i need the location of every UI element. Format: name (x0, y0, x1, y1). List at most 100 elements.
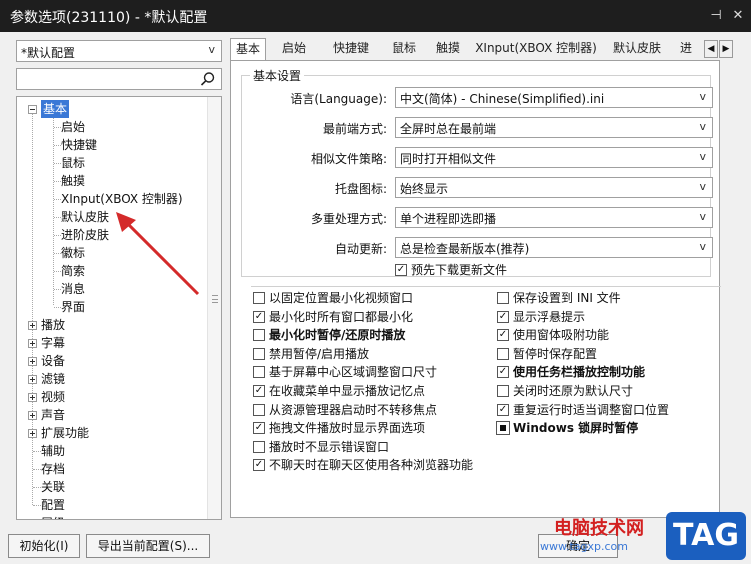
tab-1[interactable]: 启始 (272, 38, 316, 60)
tree-guide-line (33, 469, 41, 470)
tree-item[interactable]: 层级 (41, 514, 65, 519)
tree-item[interactable]: XInput(XBOX 控制器) (61, 190, 183, 208)
tree-item[interactable]: 声音 (41, 406, 65, 424)
option-label: 拖拽文件播放时显示界面选项 (269, 421, 426, 436)
search-input[interactable] (19, 71, 197, 87)
tree-item[interactable]: 消息 (61, 280, 85, 298)
tab-2[interactable]: 快捷键 (322, 38, 380, 60)
checkbox-box (253, 347, 265, 360)
watermark-tag-logo: TAG (666, 512, 746, 560)
profile-value: *默认配置 (21, 46, 76, 60)
chevron-down-icon: v (699, 90, 706, 103)
checkbox-box: ✓ (253, 310, 265, 323)
setting-dropdown[interactable]: 中文(简体) - Chinese(Simplified).ini v (395, 87, 713, 108)
tab-5[interactable]: XInput(XBOX 控制器) (474, 38, 598, 60)
tree-item[interactable]: 配置 (41, 496, 65, 514)
tree-item[interactable]: 扩展功能 (41, 424, 89, 442)
tree-item[interactable]: 辅助 (41, 442, 65, 460)
init-button[interactable]: 初始化(I) (8, 534, 80, 558)
expand-icon[interactable] (28, 339, 37, 348)
tree-guide-line (33, 505, 41, 506)
tab-7[interactable]: 进 (676, 38, 696, 60)
chevron-down-icon: v (699, 180, 706, 193)
watermark: 电脑技术网 www.tagxp.com TAG (536, 510, 751, 564)
tab-strip: 基本 启始 快捷键 鼠标 触摸 XInput(XBOX 控制器) 默认皮肤进 (230, 38, 718, 62)
export-config-button[interactable]: 导出当前配置(S)... (86, 534, 210, 558)
chevron-down-icon: v (699, 210, 706, 223)
close-icon[interactable]: ✕ (728, 6, 748, 26)
tree-item[interactable]: 快捷键 (61, 136, 97, 154)
tree-guide-line (33, 487, 41, 488)
setting-dropdown[interactable]: 始终显示 v (395, 177, 713, 198)
tab-scroll-right-icon[interactable]: ▶ (719, 40, 733, 58)
tab-4[interactable]: 触摸 (428, 38, 468, 60)
pin-icon[interactable]: ⊣ (706, 6, 726, 26)
tree-item[interactable]: 启始 (61, 118, 85, 136)
expand-icon[interactable] (28, 393, 37, 402)
tab-scroll-left-icon[interactable]: ◀ (704, 40, 718, 58)
option-label: 显示浮悬提示 (513, 309, 586, 324)
tree-item[interactable]: 播放 (41, 316, 65, 334)
checkbox-box (253, 292, 265, 304)
setting-label: 多重处理方式: (310, 212, 387, 226)
tree-guide-line (54, 253, 61, 254)
option-label: 使用窗体吸附功能 (513, 328, 610, 343)
expand-icon[interactable] (28, 375, 37, 384)
tree-guide-line (32, 111, 33, 505)
tree-item[interactable]: 触摸 (61, 172, 85, 190)
tree-item[interactable]: 视频 (41, 388, 65, 406)
setting-dropdown[interactable]: 全屏时总在最前端 v (395, 117, 713, 138)
tree-item[interactable]: 设备 (41, 352, 65, 370)
collapse-icon[interactable] (28, 105, 37, 114)
setting-dropdown[interactable]: 总是检查最新版本(推荐) v (395, 237, 713, 258)
checkbox-box: ✓ (253, 422, 265, 435)
setting-label: 托盘图标: (334, 182, 387, 196)
expand-icon[interactable] (28, 411, 37, 420)
tree-item[interactable]: 徽标 (61, 244, 85, 262)
expand-icon[interactable] (28, 357, 37, 366)
tree-guide-line (53, 115, 54, 305)
checkbox-box: ✓ (395, 264, 407, 276)
tree-item[interactable]: 默认皮肤 (61, 208, 109, 226)
setting-value: 同时打开相似文件 (400, 152, 497, 166)
tree-guide-line (33, 451, 41, 452)
title-bar: 参数选项(231110) - *默认配置 ⊣ ✕ (0, 0, 751, 32)
checkbox-box: ✓ (497, 366, 509, 379)
tab-3[interactable]: 鼠标 (386, 38, 422, 60)
tab-0[interactable]: 基本 (230, 38, 266, 62)
checkbox-box (497, 347, 509, 360)
tree-item[interactable]: 界面 (61, 298, 85, 316)
tree-item[interactable]: 存档 (41, 460, 65, 478)
tab-6[interactable]: 默认皮肤 (604, 38, 670, 60)
tree-item[interactable]: 滤镜 (41, 370, 65, 388)
tree-item[interactable]: 进阶皮肤 (61, 226, 109, 244)
tree-guide-line (54, 271, 61, 272)
tree-item[interactable]: 关联 (41, 478, 65, 496)
settings-panel: 基本设置 语言(Language): 中文(简体) - Chinese(Simpl… (230, 60, 721, 518)
option-label: 保存设置到 INI 文件 (513, 291, 621, 305)
expand-icon[interactable] (28, 321, 37, 330)
tree-scrollbar[interactable] (207, 97, 221, 519)
checkbox-box (497, 385, 509, 397)
tree-item[interactable]: 鼠标 (61, 154, 85, 172)
option-label: 重复运行时适当调整窗口位置 (513, 402, 670, 417)
tree-guide-line (54, 181, 61, 182)
checkbox-box: ✓ (497, 329, 509, 342)
setting-label: 相似文件策略: (310, 152, 387, 166)
setting-dropdown[interactable]: 同时打开相似文件 v (395, 147, 713, 168)
setting-value: 单个进程即选即播 (400, 212, 497, 226)
expand-icon[interactable] (28, 429, 37, 438)
profile-dropdown[interactable]: *默认配置 v (16, 40, 222, 62)
setting-dropdown[interactable]: 单个进程即选即播 v (395, 207, 713, 228)
option-label: 关闭时还原为默认尺寸 (513, 384, 634, 398)
option-label: 不聊天时在聊天区使用各种浏览器功能 (269, 458, 474, 473)
tree-guide-line (54, 235, 61, 236)
tree-item[interactable]: 字幕 (41, 334, 65, 352)
chevron-down-icon: v (699, 150, 706, 163)
preferences-window: 参数选项(231110) - *默认配置 ⊣ ✕ *默认配置 v 基本 启始 快捷键… (0, 0, 751, 564)
tree-item[interactable]: 基本 (41, 100, 70, 118)
option-label: 以固定位置最小化视频窗口 (269, 291, 414, 305)
tree-item[interactable]: 简索 (61, 262, 85, 280)
option-label: Windows 锁屏时暂停 (513, 421, 639, 436)
search-icon[interactable] (199, 71, 217, 87)
